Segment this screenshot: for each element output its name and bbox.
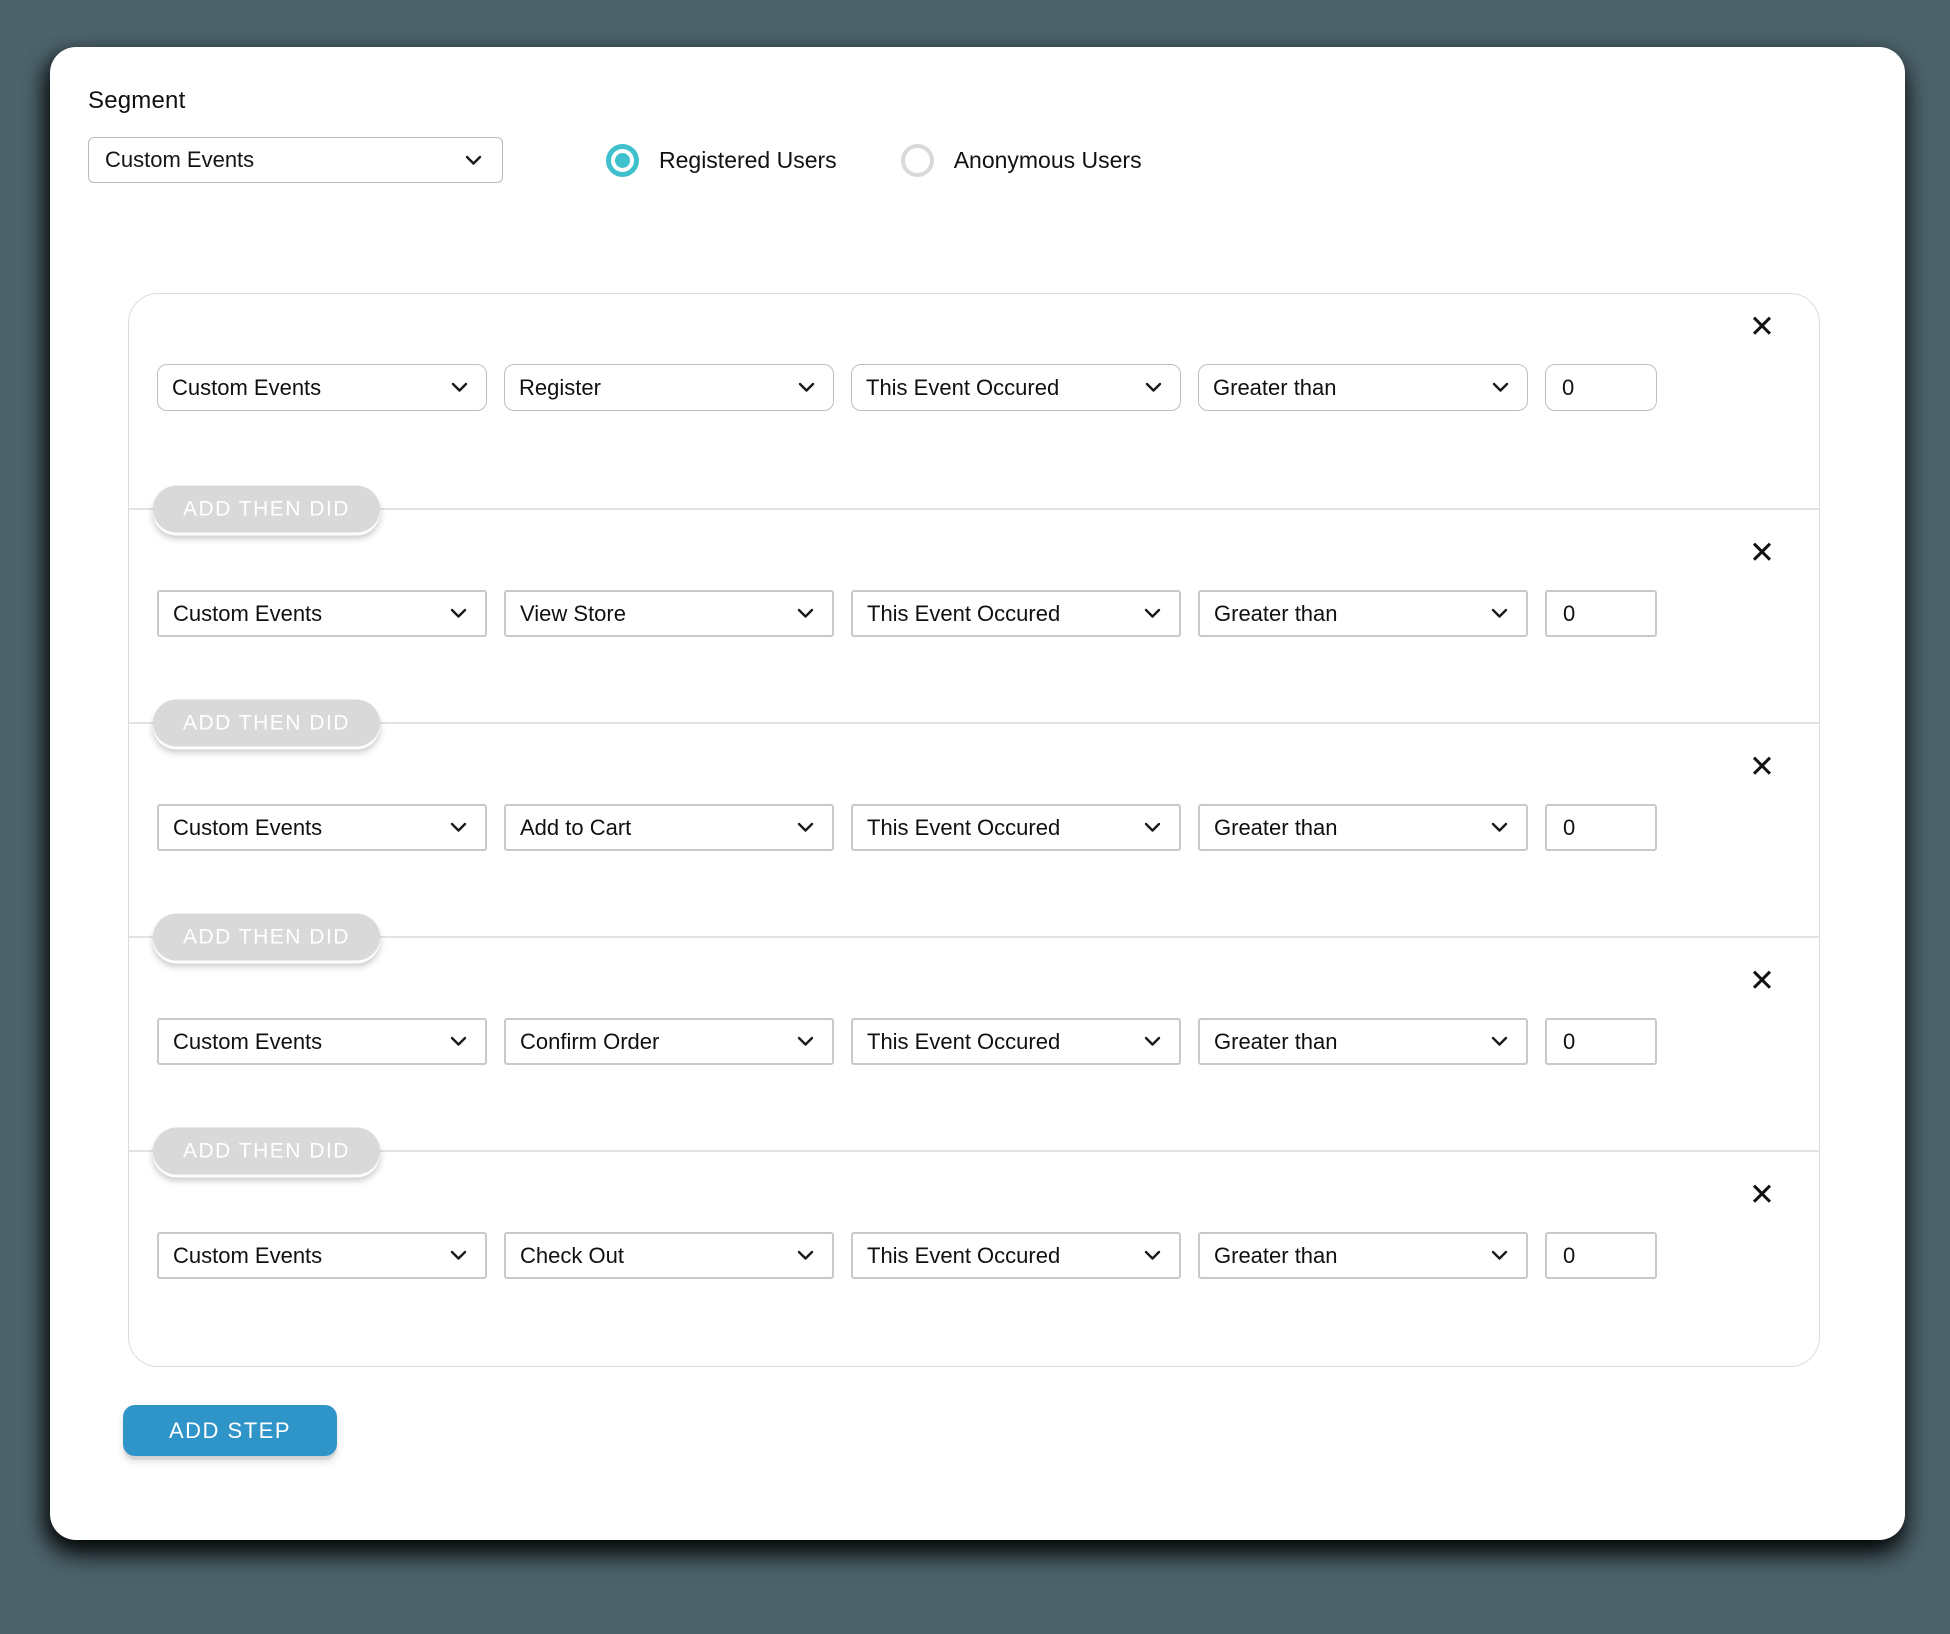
- event-source-select[interactable]: Custom Events: [157, 364, 487, 411]
- event-condition-value: This Event Occured: [867, 815, 1060, 841]
- close-icon[interactable]: ✕: [1749, 312, 1775, 343]
- operator-select[interactable]: Greater than: [1198, 1232, 1528, 1279]
- chevron-down-icon: [465, 155, 482, 166]
- event-name-select[interactable]: View Store: [504, 590, 834, 637]
- event-source-select[interactable]: Custom Events: [157, 804, 487, 851]
- radio-anonymous-users[interactable]: Anonymous Users: [901, 144, 1142, 177]
- radio-registered-users[interactable]: Registered Users: [606, 144, 837, 177]
- add-then-did-button[interactable]: ADD THEN DID: [153, 1128, 380, 1175]
- header: Segment Custom Events Registered Users A…: [88, 87, 1867, 183]
- operator-select[interactable]: Greater than: [1198, 364, 1528, 411]
- operator-value: Greater than: [1214, 815, 1338, 841]
- event-source-select[interactable]: Custom Events: [157, 590, 487, 637]
- event-condition-select[interactable]: This Event Occured: [851, 364, 1181, 411]
- add-then-did-button[interactable]: ADD THEN DID: [153, 486, 380, 533]
- event-source-value: Custom Events: [173, 601, 322, 627]
- segment-type-select[interactable]: Custom Events: [88, 137, 503, 183]
- step-row-2: ADD THEN DID ✕ Custom Events View Store …: [129, 508, 1819, 722]
- event-source-value: Custom Events: [172, 375, 321, 401]
- event-name-value: Check Out: [520, 1243, 624, 1269]
- close-icon[interactable]: ✕: [1749, 752, 1775, 783]
- chevron-down-icon: [450, 822, 467, 833]
- event-condition-value: This Event Occured: [866, 375, 1059, 401]
- event-condition-value: This Event Occured: [867, 1243, 1060, 1269]
- chevron-down-icon: [450, 1036, 467, 1047]
- user-type-radio-group: Registered Users Anonymous Users: [606, 144, 1142, 177]
- chevron-down-icon: [1144, 1250, 1161, 1261]
- event-name-select[interactable]: Confirm Order: [504, 1018, 834, 1065]
- operator-value: Greater than: [1214, 1029, 1338, 1055]
- event-name-select[interactable]: Add to Cart: [504, 804, 834, 851]
- count-input[interactable]: [1545, 1018, 1657, 1065]
- chevron-down-icon: [1491, 822, 1508, 833]
- count-input[interactable]: [1545, 1232, 1657, 1279]
- chevron-down-icon: [1144, 822, 1161, 833]
- event-name-select[interactable]: Check Out: [504, 1232, 834, 1279]
- count-input[interactable]: [1545, 364, 1657, 411]
- chevron-down-icon: [798, 382, 815, 393]
- event-source-select[interactable]: Custom Events: [157, 1232, 487, 1279]
- event-source-value: Custom Events: [173, 815, 322, 841]
- add-step-button[interactable]: ADD STEP: [123, 1405, 337, 1456]
- chevron-down-icon: [1491, 1250, 1508, 1261]
- event-source-value: Custom Events: [173, 1243, 322, 1269]
- operator-value: Greater than: [1214, 601, 1338, 627]
- event-condition-value: This Event Occured: [867, 1029, 1060, 1055]
- count-input[interactable]: [1545, 590, 1657, 637]
- event-source-value: Custom Events: [173, 1029, 322, 1055]
- event-name-value: Add to Cart: [520, 815, 631, 841]
- event-condition-value: This Event Occured: [867, 601, 1060, 627]
- step-row-5: ADD THEN DID ✕ Custom Events Check Out T…: [129, 1150, 1819, 1364]
- operator-value: Greater than: [1213, 375, 1337, 401]
- segment-label: Segment: [88, 87, 1867, 115]
- operator-select[interactable]: Greater than: [1198, 804, 1528, 851]
- segment-builder-panel: Segment Custom Events Registered Users A…: [50, 47, 1905, 1540]
- close-icon[interactable]: ✕: [1749, 1180, 1775, 1211]
- event-name-select[interactable]: Register: [504, 364, 834, 411]
- chevron-down-icon: [451, 382, 468, 393]
- chevron-down-icon: [797, 1250, 814, 1261]
- event-source-select[interactable]: Custom Events: [157, 1018, 487, 1065]
- steps-card: ✕ Custom Events Register This Event Occu…: [128, 293, 1820, 1367]
- event-name-value: Confirm Order: [520, 1029, 659, 1055]
- step-row-3: ADD THEN DID ✕ Custom Events Add to Cart…: [129, 722, 1819, 936]
- event-condition-select[interactable]: This Event Occured: [851, 804, 1181, 851]
- step-row-4: ADD THEN DID ✕ Custom Events Confirm Ord…: [129, 936, 1819, 1150]
- event-name-value: Register: [519, 375, 601, 401]
- chevron-down-icon: [1491, 1036, 1508, 1047]
- operator-select[interactable]: Greater than: [1198, 1018, 1528, 1065]
- radio-unselected-icon: [901, 144, 934, 177]
- chevron-down-icon: [797, 1036, 814, 1047]
- chevron-down-icon: [450, 608, 467, 619]
- chevron-down-icon: [797, 822, 814, 833]
- chevron-down-icon: [1144, 608, 1161, 619]
- chevron-down-icon: [797, 608, 814, 619]
- chevron-down-icon: [1491, 608, 1508, 619]
- close-icon[interactable]: ✕: [1749, 538, 1775, 569]
- step-row-1: ✕ Custom Events Register This Event Occu…: [129, 294, 1819, 508]
- event-name-value: View Store: [520, 601, 626, 627]
- chevron-down-icon: [450, 1250, 467, 1261]
- event-condition-select[interactable]: This Event Occured: [851, 590, 1181, 637]
- chevron-down-icon: [1145, 382, 1162, 393]
- chevron-down-icon: [1144, 1036, 1161, 1047]
- radio-anonymous-users-label: Anonymous Users: [954, 147, 1142, 174]
- chevron-down-icon: [1492, 382, 1509, 393]
- radio-registered-users-label: Registered Users: [659, 147, 837, 174]
- add-then-did-button[interactable]: ADD THEN DID: [153, 914, 380, 961]
- count-input[interactable]: [1545, 804, 1657, 851]
- event-condition-select[interactable]: This Event Occured: [851, 1232, 1181, 1279]
- segment-select-value: Custom Events: [105, 147, 254, 173]
- operator-select[interactable]: Greater than: [1198, 590, 1528, 637]
- operator-value: Greater than: [1214, 1243, 1338, 1269]
- add-then-did-button[interactable]: ADD THEN DID: [153, 700, 380, 747]
- close-icon[interactable]: ✕: [1749, 966, 1775, 997]
- event-condition-select[interactable]: This Event Occured: [851, 1018, 1181, 1065]
- radio-selected-icon: [606, 144, 639, 177]
